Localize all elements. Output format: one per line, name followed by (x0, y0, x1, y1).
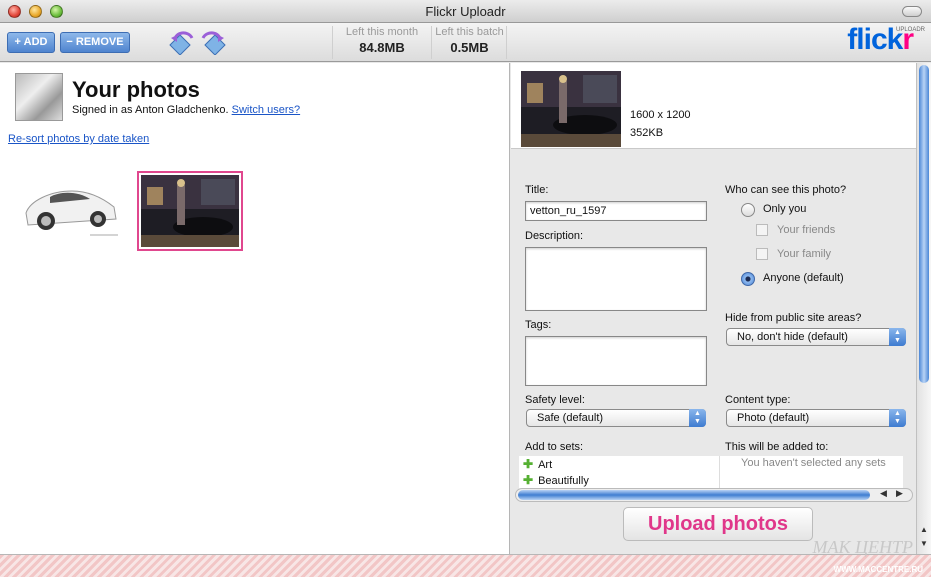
safety-level-select[interactable]: Safe (default) ▲ ▼ (526, 409, 706, 427)
content-type-value: Photo (default) (737, 412, 810, 424)
select-arrows-icon: ▲ ▼ (689, 409, 706, 427)
photo-night-car (141, 175, 239, 247)
select-arrows-icon: ▲ ▼ (889, 328, 906, 346)
status-bar (0, 554, 931, 577)
privacy-label: Who can see this photo? (725, 184, 847, 196)
scroll-left-icon[interactable]: ◀ (880, 488, 887, 499)
photo-preview (521, 71, 621, 147)
privacy-anyone-radio[interactable] (741, 272, 755, 286)
preview-area: 1600 x 1200 352KB (511, 63, 916, 149)
add-button[interactable]: + ADD (7, 32, 55, 53)
set-item-label: Beautifully (538, 475, 589, 487)
anyone-label: Anyone (default) (763, 272, 844, 284)
vertical-scroll-thumb[interactable] (919, 65, 929, 383)
plus-icon: ✚ (523, 473, 534, 487)
safety-level-label: Safety level: (525, 394, 585, 406)
vertical-scrollbar[interactable]: ▲ ▼ (916, 63, 931, 554)
no-sets-text: You haven't selected any sets (741, 457, 886, 469)
hide-value: No, don't hide (default) (737, 331, 848, 343)
privacy-only-you-radio[interactable] (741, 203, 755, 217)
set-item-art[interactable]: ✚ Art (523, 457, 552, 471)
rotate-left-icon[interactable] (166, 29, 196, 55)
flickr-logo-part1: flick (847, 23, 903, 56)
title-bar: Flickr Uploadr (0, 0, 931, 23)
only-you-label: Only you (763, 203, 807, 215)
left-this-month-label: Left this month (345, 26, 419, 38)
description-label: Description: (525, 230, 584, 242)
photos-pane: Your photos Signed in as Anton Gladchenk… (0, 63, 510, 554)
avatar (15, 73, 63, 121)
hide-select[interactable]: No, don't hide (default) ▲ ▼ (726, 328, 906, 346)
switch-users-link[interactable]: Switch users? (232, 104, 300, 116)
remove-button[interactable]: − REMOVE (60, 32, 130, 53)
sets-divider (719, 456, 720, 490)
left-this-batch-value: 0.5MB (450, 40, 489, 55)
set-item-beautifully[interactable]: ✚ Beautifully (523, 473, 589, 487)
watermark-text: MAK ЦЕНТР (812, 537, 914, 557)
left-this-month-value: 84.8MB (359, 40, 405, 55)
page-title: Your photos (72, 77, 200, 102)
photo-details-pane: 1600 x 1200 352KB Title: vetton_ru_1597 … (511, 63, 916, 554)
your-family-checkbox[interactable] (756, 248, 768, 260)
window-title: Flickr Uploadr (425, 4, 506, 19)
add-to-sets-label: Add to sets: (525, 441, 584, 453)
scroll-up-icon[interactable]: ▲ (920, 525, 928, 534)
horizontal-scrollbar[interactable]: ◀ ▶ (515, 488, 913, 502)
safety-level-value: Safe (default) (537, 412, 604, 424)
photo-thumbnail-selected[interactable] (137, 171, 243, 251)
title-field[interactable]: vetton_ru_1597 (525, 201, 707, 221)
your-friends-label: Your friends (777, 224, 836, 236)
your-friends-checkbox[interactable] (756, 224, 768, 236)
toolbar: + ADD − REMOVE Left this month 84.8MB Le… (0, 23, 931, 62)
content-type-select[interactable]: Photo (default) ▲ ▼ (726, 409, 906, 427)
horizontal-scroll-thumb[interactable] (518, 490, 870, 500)
upload-photos-button[interactable]: Upload photos (623, 507, 813, 541)
tags-label: Tags: (525, 319, 552, 331)
left-this-batch: Left this batch 0.5MB (433, 26, 507, 59)
description-field[interactable] (525, 247, 707, 311)
set-item-label: Art (538, 459, 553, 471)
rotate-right-icon[interactable] (199, 29, 229, 55)
left-this-batch-label: Left this batch (435, 26, 504, 38)
your-family-label: Your family (777, 248, 832, 260)
select-arrows-icon: ▲ ▼ (889, 409, 906, 427)
resort-photos-link[interactable]: Re-sort photos by date taken (8, 133, 149, 145)
hide-label: Hide from public site areas? (725, 312, 862, 324)
tags-field[interactable] (525, 336, 707, 386)
scroll-right-icon[interactable]: ▶ (896, 488, 903, 499)
watermark-url: WWW.MACCENTRE.RU (833, 565, 923, 574)
added-to-label: This will be added to: (725, 441, 829, 453)
toolbar-toggle-button[interactable] (902, 6, 922, 17)
plus-icon: ✚ (523, 457, 534, 471)
content-type-label: Content type: (725, 394, 791, 406)
title-label: Title: (525, 184, 549, 196)
signed-in-label: Signed in as Anton Gladchenko. (72, 104, 229, 116)
scroll-down-icon[interactable]: ▼ (920, 539, 928, 548)
signed-in-text: Signed in as Anton Gladchenko. Switch us… (72, 104, 300, 116)
photo-thumbnail-car[interactable] (20, 173, 122, 241)
uploadr-tag: UPLOADR (895, 27, 925, 33)
photo-file-size: 352KB (630, 127, 664, 139)
photo-dimensions: 1600 x 1200 (630, 109, 691, 121)
left-this-month: Left this month 84.8MB (332, 26, 432, 59)
sets-list: ✚ Art ✚ Beautifully You haven't selected a… (519, 456, 903, 490)
